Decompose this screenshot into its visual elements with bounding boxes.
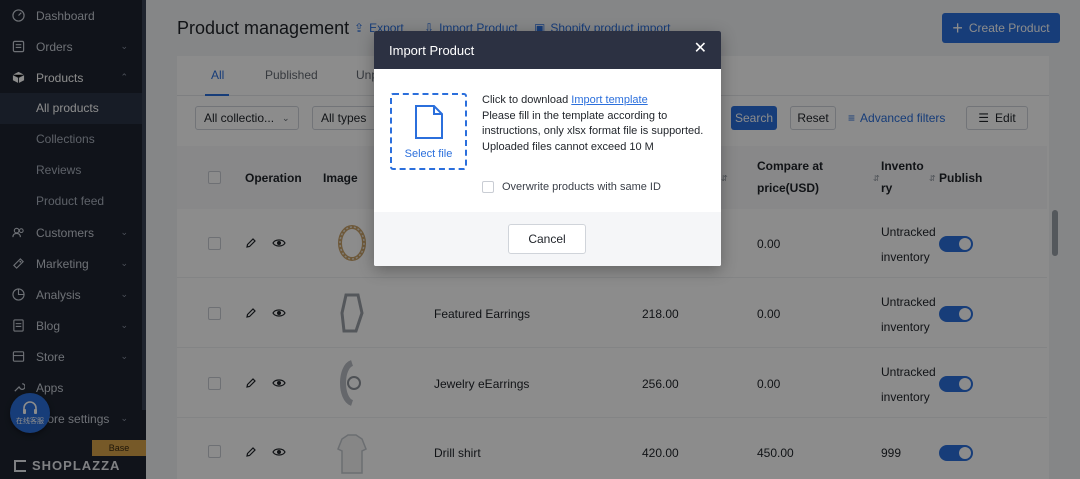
select-file-label: Select file [404,147,453,160]
download-prefix: Click to download [482,94,572,106]
file-size-limit: Uploaded files cannot exceed 10 M [482,140,654,153]
select-file-dropzone[interactable]: Select file [390,93,467,170]
overwrite-option[interactable]: Overwrite products with same ID [482,181,661,193]
file-icon [414,104,443,139]
download-line: Click to download Import template [482,93,708,109]
template-instructions: Please fill in the template according to… [482,109,704,138]
import-template-link[interactable]: Import template [571,94,647,106]
import-instructions: Click to download Import template Please… [482,93,708,155]
overwrite-checkbox[interactable] [482,181,494,193]
dialog-title: Import Product [389,42,475,58]
import-product-dialog: Import Product ✕ Select file Click to do… [374,31,721,266]
close-icon[interactable]: ✕ [694,41,707,57]
dialog-footer: Cancel [374,212,721,266]
overwrite-label: Overwrite products with same ID [502,181,661,193]
cancel-button[interactable]: Cancel [508,224,586,254]
dialog-header: Import Product ✕ [374,31,721,69]
